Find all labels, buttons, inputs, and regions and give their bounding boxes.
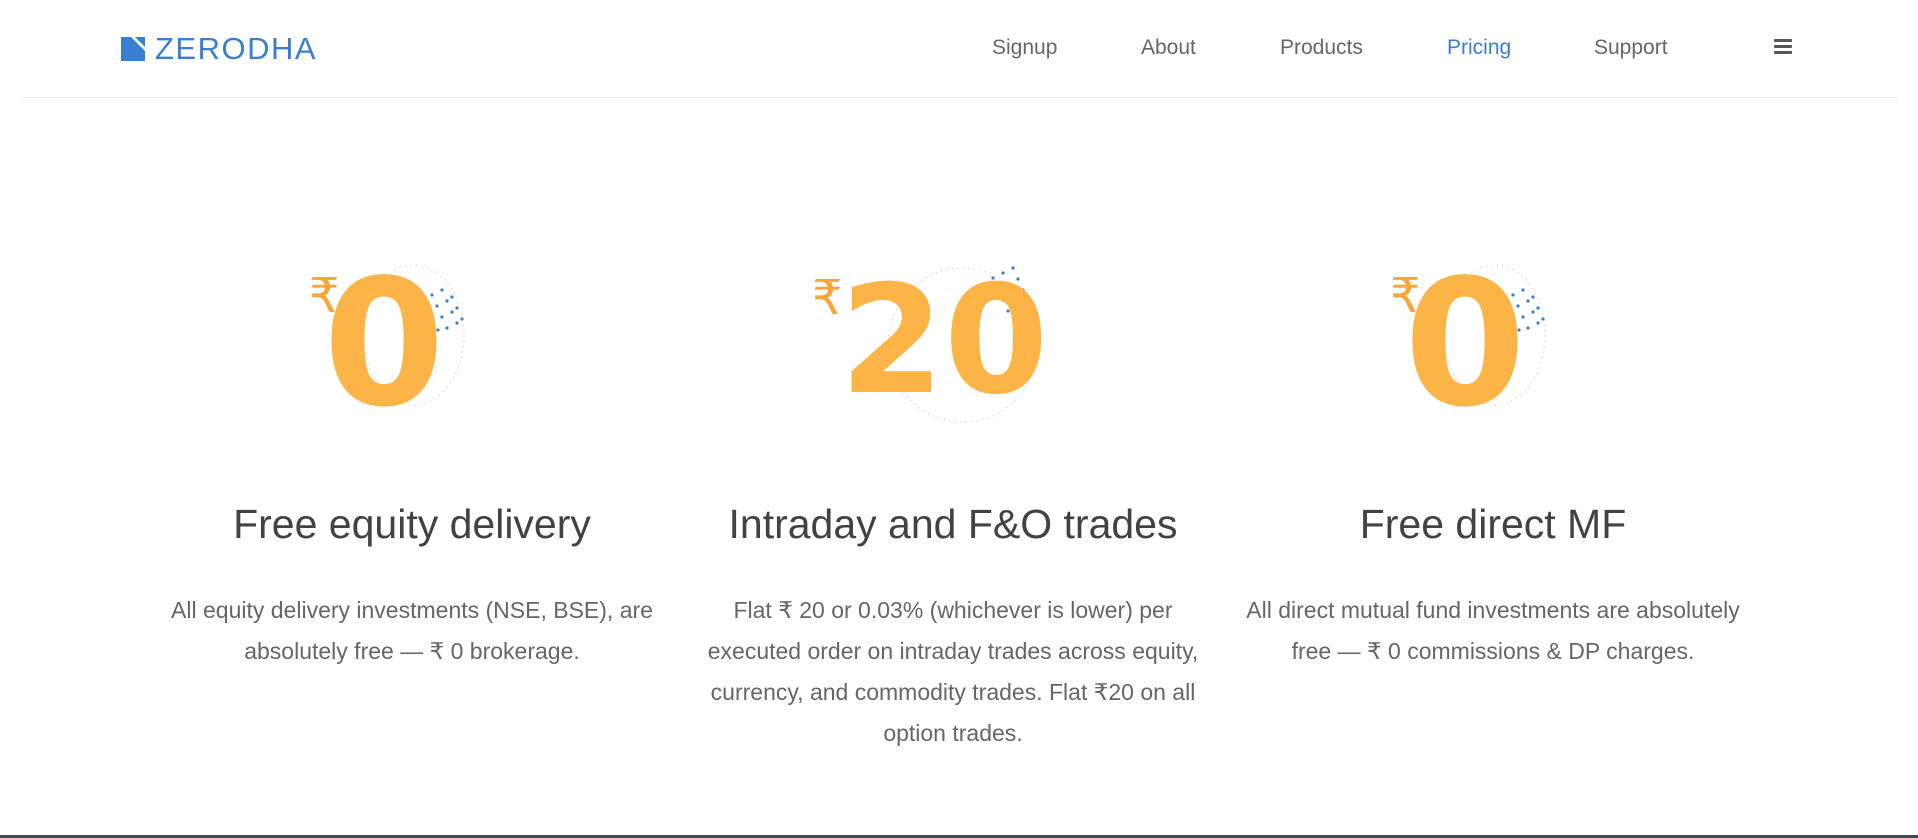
nav-support[interactable]: Support — [1594, 36, 1668, 60]
card-description: All direct mutual fund investments are a… — [1246, 597, 1740, 664]
nav-products[interactable]: Products — [1280, 36, 1363, 60]
zerodha-logo-icon — [121, 37, 145, 61]
hamburger-menu-icon[interactable] — [1774, 39, 1792, 57]
card-title: Free equity delivery — [233, 501, 591, 547]
pricing-card-equity-delivery: ₹ 0 Free equity delivery All equity deli… — [162, 260, 662, 664]
nav-pricing[interactable]: Pricing — [1447, 36, 1511, 60]
rupee-symbol: ₹ — [812, 270, 843, 326]
card-description: All equity delivery investments (NSE, BS… — [171, 597, 653, 664]
card-title: Free direct MF — [1359, 501, 1627, 547]
price-zero-illustration: ₹ 0 — [309, 260, 465, 430]
pricing-card-direct-mf: ₹ 0 Free direct MF All direct mutual fun… — [1243, 260, 1743, 664]
price-amount: 0 — [1404, 260, 1526, 430]
brand-name: ZERODHA — [155, 31, 318, 66]
nav-about[interactable]: About — [1141, 36, 1196, 60]
brand-logo[interactable]: ZERODHA — [121, 31, 318, 66]
pricing-card-intraday: ₹ 20 Intraday and F&O trades Flat ₹ 20 o… — [703, 260, 1203, 746]
nav-signup[interactable]: Signup — [992, 36, 1057, 60]
price-zero-illustration: ₹ 0 — [1390, 260, 1546, 430]
price-amount: 0 — [323, 260, 445, 430]
price-twenty-illustration: ₹ 20 — [812, 260, 1049, 428]
top-navbar: ZERODHA Signup About Products Pricing Su… — [22, 0, 1899, 98]
price-amount: 20 — [840, 260, 1049, 428]
card-description: Flat ₹ 20 or 0.03% (whichever is lower) … — [707, 597, 1199, 746]
card-title: Intraday and F&O trades — [728, 501, 1178, 547]
